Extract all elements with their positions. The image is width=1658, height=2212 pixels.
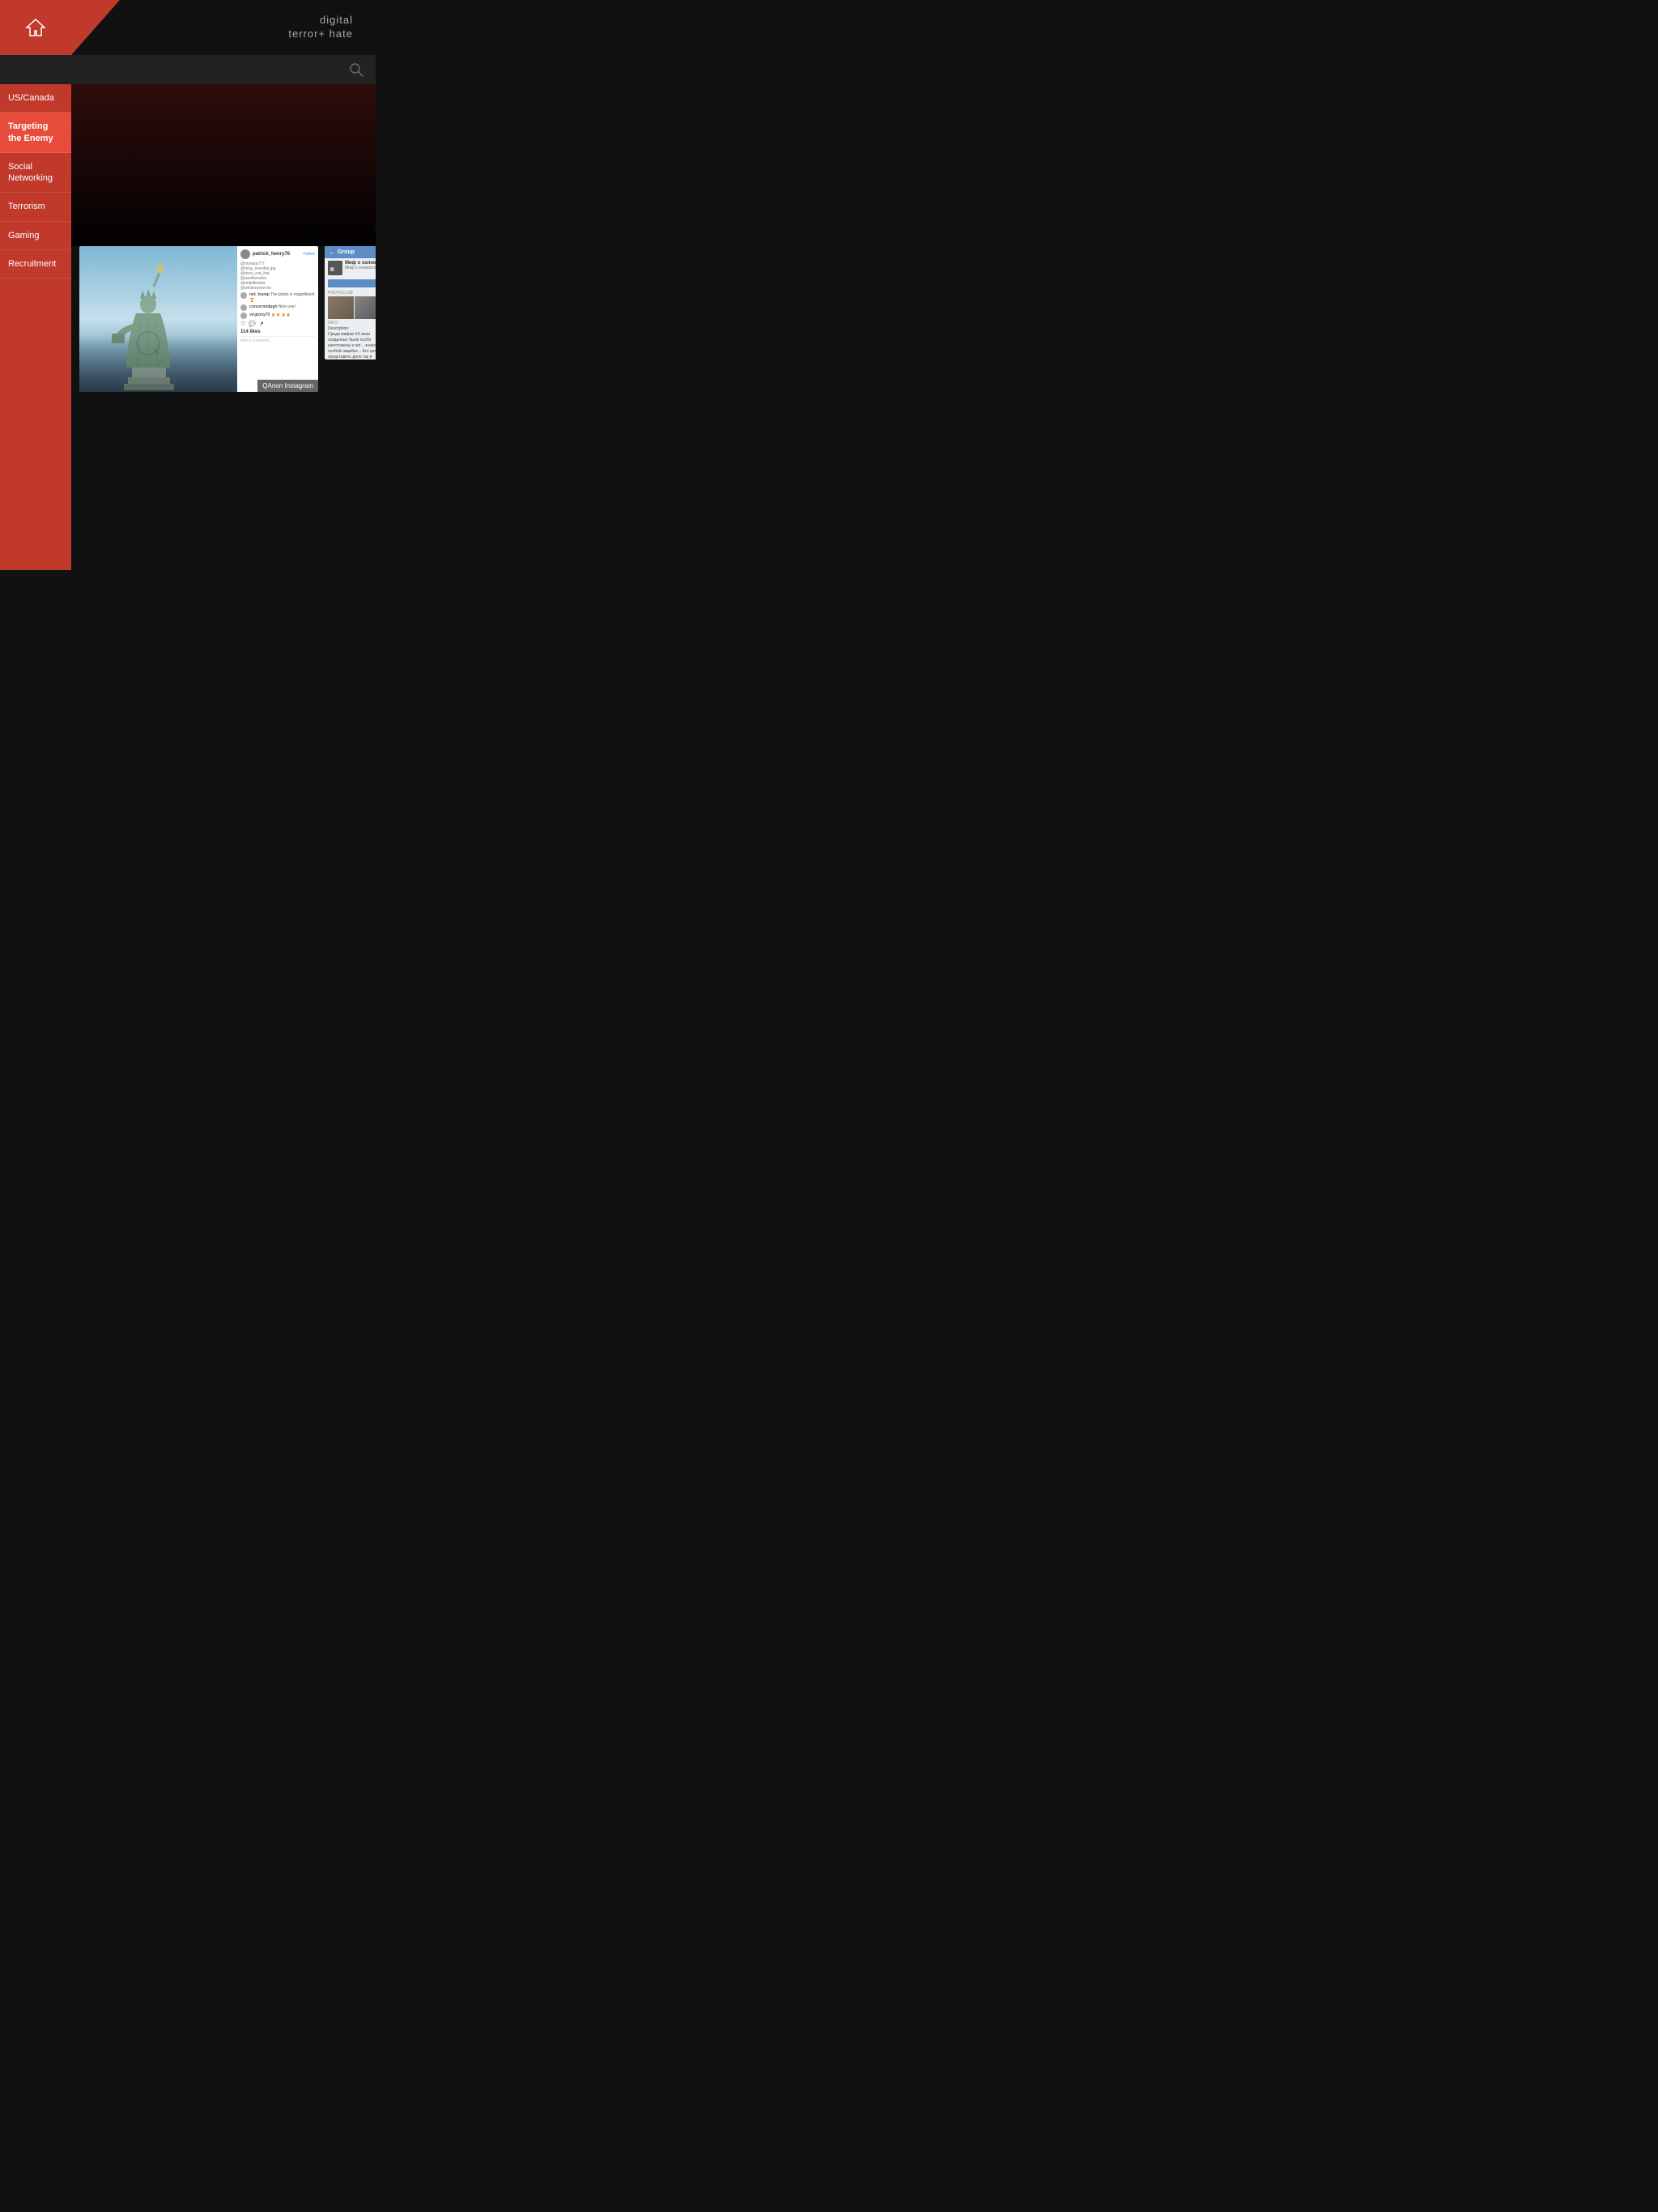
tg-back-button[interactable]: ← <box>329 249 335 256</box>
tg-photo-grid <box>325 296 376 319</box>
tg-group-desc: Миф о холокосте с... <box>345 266 376 270</box>
ig-likes: 114 likes <box>240 330 315 334</box>
ig-username: patrick_henry76 <box>253 252 290 257</box>
ig-comment-3: virgtony70 🍺🍺🍺🍺 <box>240 313 315 319</box>
sidebar-item-gaming[interactable]: Gaming <box>0 222 71 250</box>
tg-info-label: INFO <box>325 319 376 326</box>
header-home-area[interactable] <box>0 0 71 55</box>
svg-text:🏛: 🏛 <box>329 266 334 272</box>
ig-comment-2: concernedpgh Nice one! <box>240 304 315 311</box>
qanon-instagram-card[interactable]: patrick_henry76 Follow @mynata777@mng_in… <box>79 246 318 392</box>
search-bar <box>0 55 376 84</box>
telegram-group-card[interactable]: ← Group 🏛 Миф о холокосте Миф о холокост… <box>325 246 376 359</box>
tg-photo-1 <box>328 296 354 319</box>
ig-comment-avatar-3 <box>240 313 247 319</box>
tg-header: ← Group <box>325 246 376 258</box>
sky-background <box>79 246 237 392</box>
tg-group-info: 🏛 Миф о холокосте Миф о холокосте с... <box>325 258 376 278</box>
app-header: digital terror+ hate <box>0 0 376 55</box>
brand-text: digital terror+ hate <box>288 14 353 41</box>
header-brand-area: digital terror+ hate <box>71 0 376 55</box>
tg-group-avatar: 🏛 <box>328 261 342 275</box>
media-cards-area: patrick_henry76 Follow @mynata777@mng_in… <box>71 246 376 408</box>
tg-photos-label: PHOTOS 108 <box>325 289 376 296</box>
brand-line1: digital <box>288 14 353 28</box>
tg-group-title: Group <box>338 249 355 255</box>
sidebar-item-social-networking[interactable]: Social Networking <box>0 153 71 194</box>
tg-photo-2 <box>355 296 376 319</box>
tg-description-label: Description: <box>325 326 376 332</box>
ig-follow[interactable]: Follow <box>304 252 315 257</box>
sidebar-item-targeting-enemy[interactable]: Targeting the Enemy <box>0 113 71 153</box>
tg-group-avatar-icon: 🏛 <box>328 261 342 275</box>
ig-comment-text-3: virgtony70 🍺🍺🍺🍺 <box>249 313 291 318</box>
ig-comment-avatar-1 <box>240 292 247 299</box>
ig-comment-icon[interactable]: 💬 <box>249 321 256 327</box>
ig-user-row: patrick_henry76 Follow <box>240 249 315 259</box>
ig-avatar <box>240 249 250 259</box>
ig-heart-icon[interactable]: ♡ <box>240 321 245 327</box>
main-content: US/Canada Targeting the Enemy Social Net… <box>0 84 376 570</box>
tg-description-text: Среди мифов XX века созданных были особо… <box>325 332 376 359</box>
sidebar-item-terrorism[interactable]: Terrorism <box>0 193 71 221</box>
content-dark-overlay <box>71 84 376 246</box>
brand-line2: terror+ hate <box>288 28 353 41</box>
search-icon[interactable] <box>348 62 364 78</box>
media-card-inner: patrick_henry76 Follow @mynata777@mng_in… <box>79 246 318 392</box>
sidebar: US/Canada Targeting the Enemy Social Net… <box>0 84 71 570</box>
instagram-panel: patrick_henry76 Follow @mynata777@mng_in… <box>237 246 318 392</box>
ig-action-row: ♡ 💬 ↗ <box>240 321 315 327</box>
tg-join-button[interactable] <box>328 279 376 287</box>
sidebar-nav: US/Canada Targeting the Enemy Social Net… <box>0 84 71 279</box>
media-card-label: QAnon Instagram <box>257 380 318 392</box>
content-area: patrick_henry76 Follow @mynata777@mng_in… <box>71 84 376 570</box>
sidebar-item-us-canada[interactable]: US/Canada <box>0 84 71 113</box>
statue-of-liberty-svg <box>96 262 193 392</box>
content-dark-bottom <box>71 408 376 570</box>
ig-add-comment[interactable]: Add a comment... <box>240 336 315 343</box>
ig-comment-text-2: concernedpgh Nice one! <box>249 304 295 310</box>
ig-comment-text-1: not_trump The photo is magnificent 🏆 <box>249 292 315 303</box>
ig-comment-1: not_trump The photo is magnificent 🏆 <box>240 292 315 303</box>
tg-group-text: Миф о холокосте Миф о холокосте с... <box>345 261 376 270</box>
sidebar-item-recruitment[interactable]: Recruitment <box>0 250 71 279</box>
home-icon <box>24 16 47 39</box>
ig-share-icon[interactable]: ↗ <box>259 321 264 327</box>
statue-image-half <box>79 246 237 392</box>
ig-mentions: @mynata777@mng_invisible.jpg@docs_red_ha… <box>240 262 315 291</box>
ig-comment-avatar-2 <box>240 304 247 311</box>
